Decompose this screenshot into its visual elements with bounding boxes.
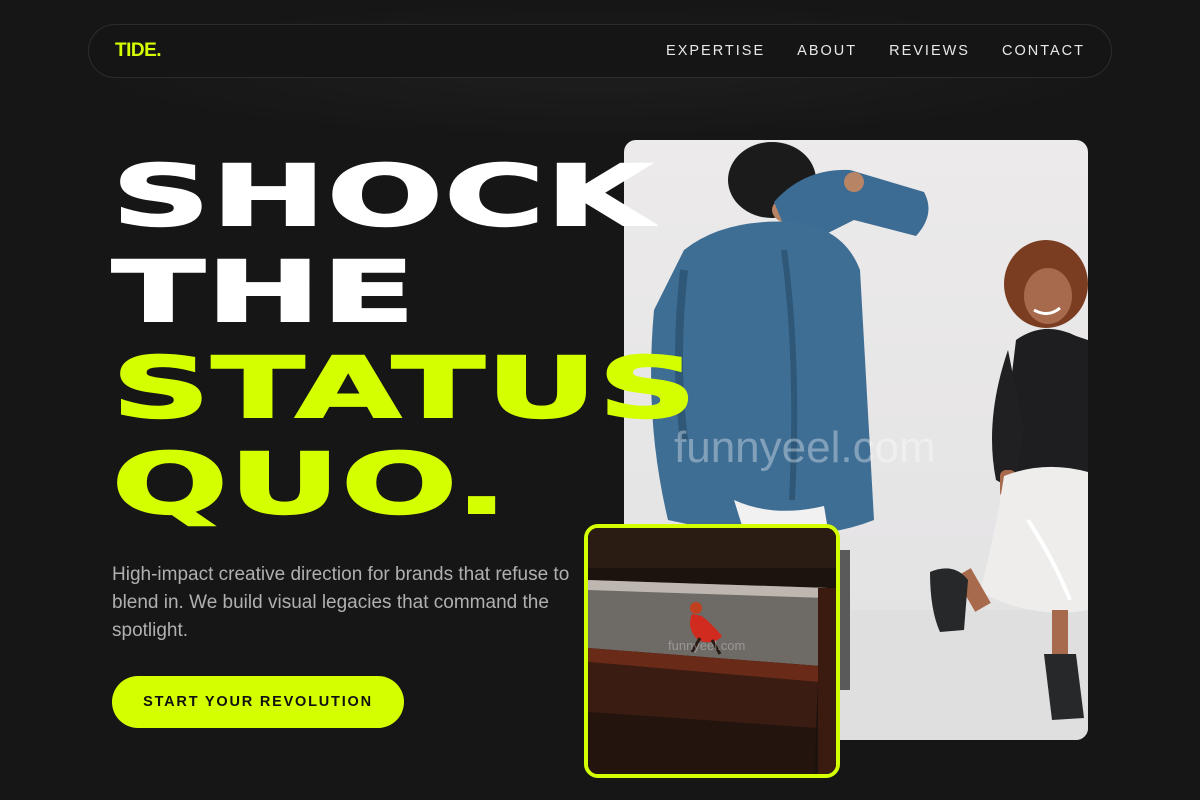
headline-line-3: STATUS: [110, 339, 699, 437]
nav-link-expertise[interactable]: EXPERTISE: [666, 43, 765, 59]
nav-links: EXPERTISE ABOUT REVIEWS CONTACT: [666, 43, 1085, 59]
thumbnail-photo-dancer: funnyeel.com: [584, 524, 840, 778]
brand-logo[interactable]: TIDE.: [115, 40, 162, 62]
nav-link-about[interactable]: ABOUT: [797, 43, 857, 59]
headline-line-2: THE: [110, 243, 417, 341]
nav-link-reviews[interactable]: REVIEWS: [889, 43, 970, 59]
headline-line-1: SHOCK: [110, 147, 654, 245]
start-revolution-button[interactable]: START YOUR REVOLUTION: [112, 676, 404, 728]
nav-link-contact[interactable]: CONTACT: [1002, 43, 1085, 59]
headline-line-4: QUO.: [110, 435, 510, 533]
photo-watermark: funnyeel.com: [674, 423, 936, 472]
hero-headline: SHOCK THE STATUS QUO.: [110, 147, 698, 533]
hero-subtitle: High-impact creative direction for brand…: [112, 564, 570, 641]
dancer-illustration: funnyeel.com: [588, 528, 836, 774]
top-navbar: TIDE. EXPERTISE ABOUT REVIEWS CONTACT: [88, 24, 1112, 78]
thumb-watermark: funnyeel.com: [668, 638, 745, 653]
